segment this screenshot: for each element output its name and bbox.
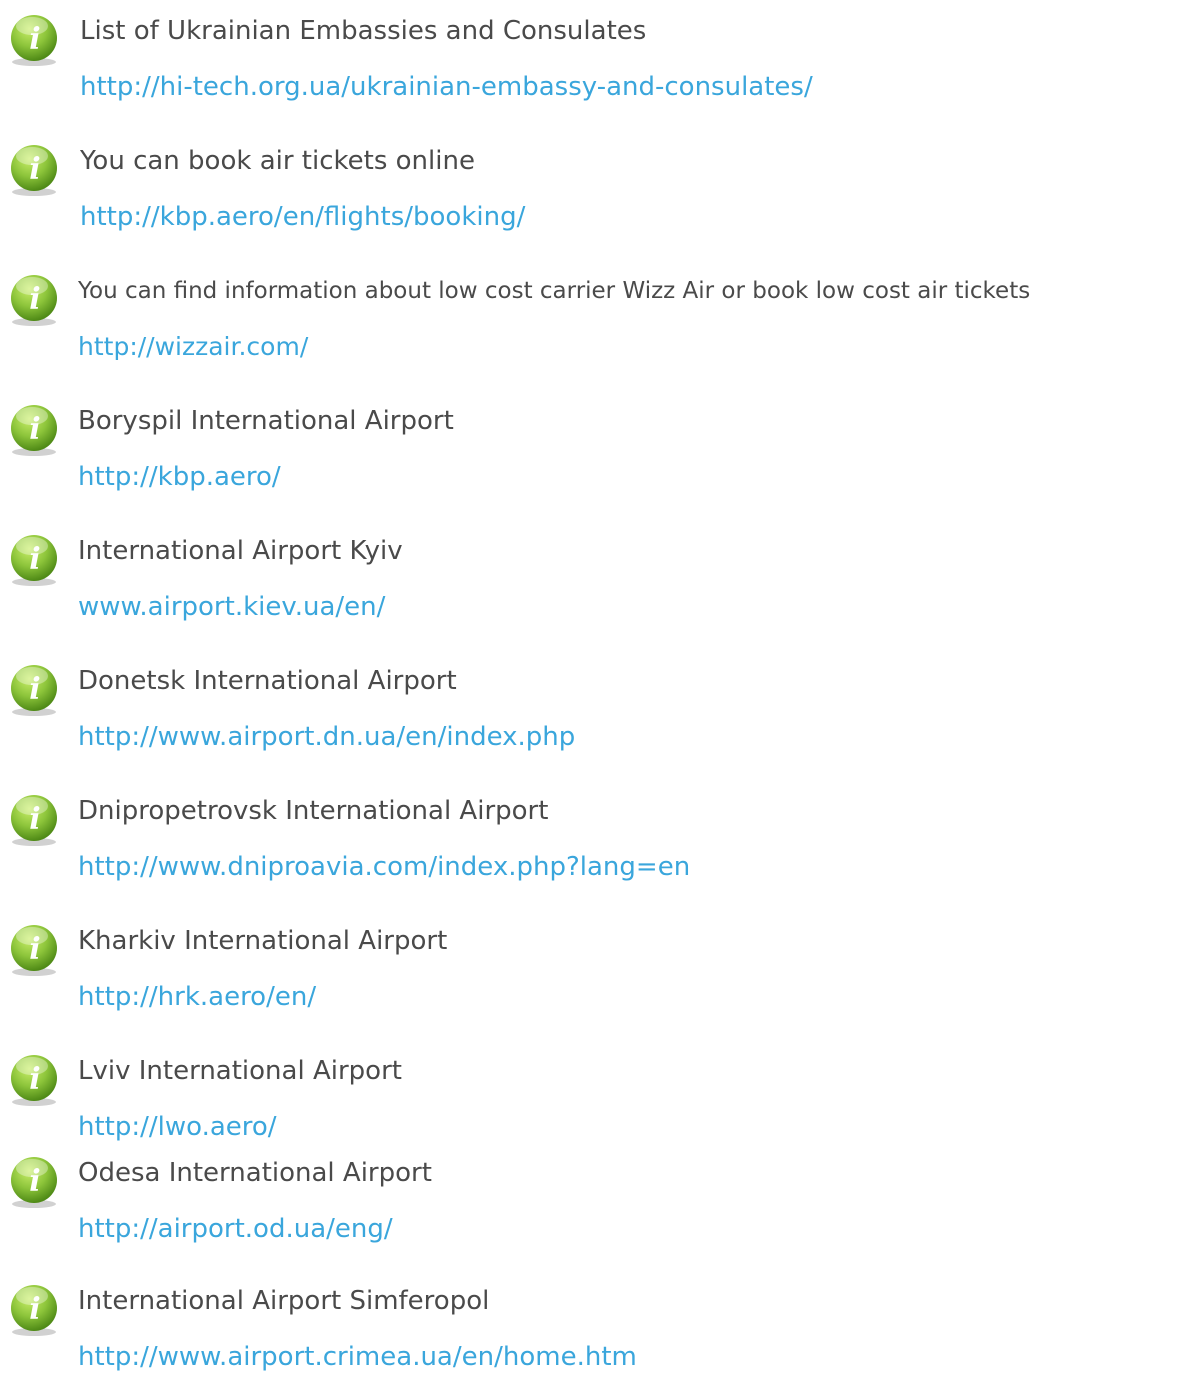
info-icon: i	[6, 1052, 62, 1108]
list-item-dnipropetrovsk: i Dnipropetrovsk International Airport h…	[0, 792, 1177, 902]
svg-text:i: i	[29, 22, 40, 57]
list-item-simferopol: i International Airport Simferopol http:…	[0, 1282, 1177, 1392]
item-link[interactable]: http://lwo.aero/	[78, 1110, 277, 1144]
svg-text:i: i	[29, 1062, 40, 1097]
svg-text:i: i	[29, 672, 40, 707]
item-link[interactable]: http://kbp.aero/en/flights/booking/	[80, 200, 525, 234]
info-icon: i	[6, 12, 62, 68]
info-icon: i	[6, 532, 62, 588]
item-link[interactable]: http://airport.od.ua/eng/	[78, 1212, 393, 1246]
item-link[interactable]: http://kbp.aero/	[78, 460, 281, 494]
svg-text:i: i	[29, 1164, 40, 1199]
item-title: International Airport Kyiv	[78, 536, 403, 566]
svg-text:i: i	[29, 932, 40, 967]
item-link[interactable]: http://www.dniproavia.com/index.php?lang…	[78, 850, 690, 884]
item-title: Donetsk International Airport	[78, 666, 457, 696]
item-link[interactable]: http://www.airport.dn.ua/en/index.php	[78, 720, 575, 754]
resource-link-list: i List of Ukrainian Embassies and Consul…	[0, 0, 1177, 1397]
item-title: List of Ukrainian Embassies and Consulat…	[80, 16, 647, 46]
svg-text:i: i	[29, 152, 40, 187]
item-title: Lviv International Airport	[78, 1056, 402, 1086]
info-icon: i	[6, 792, 62, 848]
svg-text:i: i	[29, 282, 40, 317]
list-item-kharkiv: i Kharkiv International Airport http://h…	[0, 922, 1177, 1032]
item-link[interactable]: http://hrk.aero/en/	[78, 980, 316, 1014]
list-item-wizz-air: i You can find information about low cos…	[0, 272, 1177, 382]
svg-text:i: i	[29, 412, 40, 447]
list-item-book-tickets: i You can book air tickets online http:/…	[0, 142, 1177, 252]
item-title: International Airport Simferopol	[78, 1286, 490, 1316]
svg-text:i: i	[29, 1292, 40, 1327]
item-link[interactable]: http://www.airport.crimea.ua/en/home.htm	[78, 1340, 637, 1374]
info-icon: i	[6, 1282, 62, 1338]
svg-text:i: i	[29, 802, 40, 837]
item-link[interactable]: http://wizzair.com/	[78, 330, 308, 364]
info-icon: i	[6, 142, 62, 198]
list-item-boryspil: i Boryspil International Airport http://…	[0, 402, 1177, 512]
item-title: Dnipropetrovsk International Airport	[78, 796, 549, 826]
list-item-odesa: i Odesa International Airport http://air…	[0, 1154, 1177, 1264]
info-icon: i	[6, 272, 62, 328]
list-item-kyiv: i International Airport Kyiv www.airport…	[0, 532, 1177, 642]
info-icon: i	[6, 662, 62, 718]
item-title: You can find information about low cost …	[78, 278, 1031, 304]
info-icon: i	[6, 1154, 62, 1210]
svg-text:i: i	[29, 542, 40, 577]
item-title: Boryspil International Airport	[78, 406, 454, 436]
info-icon: i	[6, 402, 62, 458]
item-link[interactable]: www.airport.kiev.ua/en/	[78, 590, 385, 624]
list-item-embassies: i List of Ukrainian Embassies and Consul…	[0, 12, 1177, 122]
item-title: You can book air tickets online	[80, 146, 475, 176]
item-link[interactable]: http://hi-tech.org.ua/ukrainian-embassy-…	[80, 70, 813, 104]
item-title: Odesa International Airport	[78, 1158, 432, 1188]
info-icon: i	[6, 922, 62, 978]
item-title: Kharkiv International Airport	[78, 926, 448, 956]
list-item-donetsk: i Donetsk International Airport http://w…	[0, 662, 1177, 772]
list-item-lviv: i Lviv International Airport http://lwo.…	[0, 1052, 1177, 1162]
